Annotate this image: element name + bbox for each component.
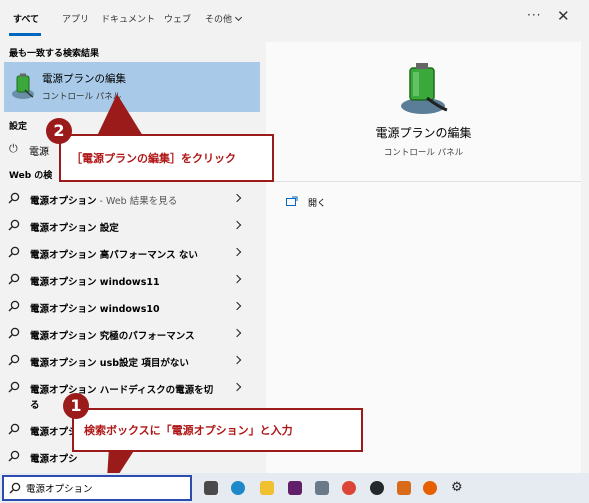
chevron-right-icon[interactable]: [232, 247, 242, 257]
power-plan-icon: [12, 73, 34, 99]
chevron-right-icon[interactable]: [232, 328, 242, 338]
github-icon[interactable]: [370, 481, 384, 495]
chevron-right-icon[interactable]: [232, 301, 242, 311]
search-icon: [8, 450, 20, 462]
web-result-query-line2: る: [30, 400, 40, 411]
web-result-query: 電源オプシ: [30, 454, 78, 465]
taskbar-search-box[interactable]: [2, 475, 192, 501]
chevron-right-icon[interactable]: [232, 220, 242, 230]
search-icon: [8, 423, 20, 435]
app-icon[interactable]: [397, 481, 411, 495]
web-result-label: 電源オプション 設定: [30, 220, 119, 234]
web-result-query: 電源オプション usb設定 項目がない: [30, 358, 189, 369]
open-icon: [286, 196, 298, 206]
web-result-label: 電源オプション 究極のパフォーマンス: [30, 328, 195, 342]
callout-pointer-2: [97, 94, 143, 136]
web-result-label: 電源オプション 高パフォーマンス ない: [30, 247, 198, 261]
tab-bar: すべて アプリ ドキュメント ウェブ その他 ··· ✕: [0, 0, 589, 36]
callout-step-1: 検索ボックスに「電源オプション」と入力: [72, 408, 363, 452]
web-result-row[interactable]: 電源オプション windows10: [0, 294, 264, 321]
callout-step-2: ［電源プランの編集］をクリック: [59, 134, 274, 182]
web-result-query: 電源オプション: [30, 196, 97, 207]
web-result-label: 電源オプシ: [30, 424, 78, 438]
chevron-down-icon: [234, 13, 243, 22]
web-result-label: 電源オプション windows10: [30, 301, 160, 315]
settings-heading: 設定: [9, 122, 28, 132]
callout-step-2-text: ［電源プランの編集］をクリック: [71, 152, 236, 165]
tab-documents[interactable]: ドキュメント: [101, 12, 155, 25]
more-options-button[interactable]: ···: [527, 8, 541, 22]
close-button[interactable]: ✕: [557, 7, 570, 25]
chevron-right-icon[interactable]: [232, 382, 242, 392]
web-result-label: 電源オプション ハードディスクの電源を切: [30, 382, 213, 396]
tab-apps[interactable]: アプリ: [62, 12, 89, 25]
search-icon: [8, 192, 20, 204]
open-action[interactable]: 開く: [308, 196, 326, 209]
settings-icon[interactable]: ⚙: [451, 481, 465, 495]
slack-icon[interactable]: [288, 481, 302, 495]
web-result-row[interactable]: 電源オプション windows11: [0, 267, 264, 294]
callout-step-1-text: 検索ボックスに「電源オプション」と入力: [84, 424, 293, 437]
search-input[interactable]: [26, 481, 186, 495]
web-result-row[interactable]: 電源オプション usb設定 項目がない: [0, 348, 264, 375]
best-match-heading: 最も一致する検索結果: [9, 49, 100, 59]
web-result-query: 電源オプション ハードディスクの電源を切: [30, 385, 214, 396]
web-result-row[interactable]: 電源オプション - Web 結果を見る: [0, 186, 264, 213]
settings-item-label: 電源: [29, 147, 49, 158]
preview-title: 電源プランの編集: [375, 126, 472, 140]
web-result-label-line2: る: [30, 397, 40, 411]
search-icon: [9, 482, 21, 494]
search-icon: [8, 354, 20, 366]
tab-all[interactable]: すべて: [13, 12, 39, 25]
tab-more-label: その他: [205, 15, 233, 25]
calculator-icon[interactable]: [204, 481, 218, 495]
web-result-query: 電源オプション 設定: [30, 223, 119, 234]
search-icon: [8, 273, 20, 285]
edge-icon[interactable]: [231, 481, 245, 495]
web-result-label: 電源オプション - Web 結果を見る: [30, 193, 177, 207]
file-explorer-icon[interactable]: [260, 481, 274, 495]
search-icon: [8, 246, 20, 258]
web-result-row[interactable]: 電源オプション 設定: [0, 213, 264, 240]
active-tab-indicator: [9, 33, 41, 36]
taskbar: ⚙: [0, 473, 589, 503]
web-result-query: 電源オプション windows10: [30, 304, 160, 315]
chrome-icon[interactable]: [342, 481, 356, 495]
web-result-label: 電源オプシ: [30, 451, 78, 465]
web-result-row[interactable]: 電源オプション 高パフォーマンス ない: [0, 240, 264, 267]
chevron-right-icon[interactable]: [232, 274, 242, 284]
tab-more[interactable]: その他: [205, 12, 243, 25]
step-2-badge: 2: [46, 118, 72, 144]
step-1-badge: 1: [63, 393, 89, 419]
web-result-query: 電源オプション 究極のパフォーマンス: [30, 331, 195, 342]
web-result-label: 電源オプション usb設定 項目がない: [30, 355, 189, 369]
web-result-query: 電源オプション windows11: [30, 277, 160, 288]
tab-web[interactable]: ウェブ: [164, 12, 191, 25]
search-icon: [8, 300, 20, 312]
firefox-icon[interactable]: [423, 481, 437, 495]
power-plan-large-icon: [401, 63, 448, 114]
power-icon: ⏻: [9, 142, 18, 155]
chevron-right-icon[interactable]: [232, 355, 242, 365]
web-result-suffix: - Web 結果を見る: [96, 196, 178, 207]
web-result-label: 電源オプション windows11: [30, 274, 160, 288]
best-match-title: 電源プランの編集: [42, 73, 126, 85]
divider: [266, 181, 581, 182]
chevron-right-icon[interactable]: [232, 193, 242, 203]
web-result-query: 電源オプシ: [30, 427, 78, 438]
web-result-query: 電源オプション 高パフォーマンス ない: [30, 250, 198, 261]
preview-subtitle: コントロール パネル: [383, 148, 464, 158]
search-icon: [8, 327, 20, 339]
web-heading: Web の検: [9, 171, 53, 181]
search-icon: [8, 219, 20, 231]
web-result-row[interactable]: 電源オプション 究極のパフォーマンス: [0, 321, 264, 348]
search-icon: [8, 381, 20, 393]
photos-icon[interactable]: [315, 481, 329, 495]
